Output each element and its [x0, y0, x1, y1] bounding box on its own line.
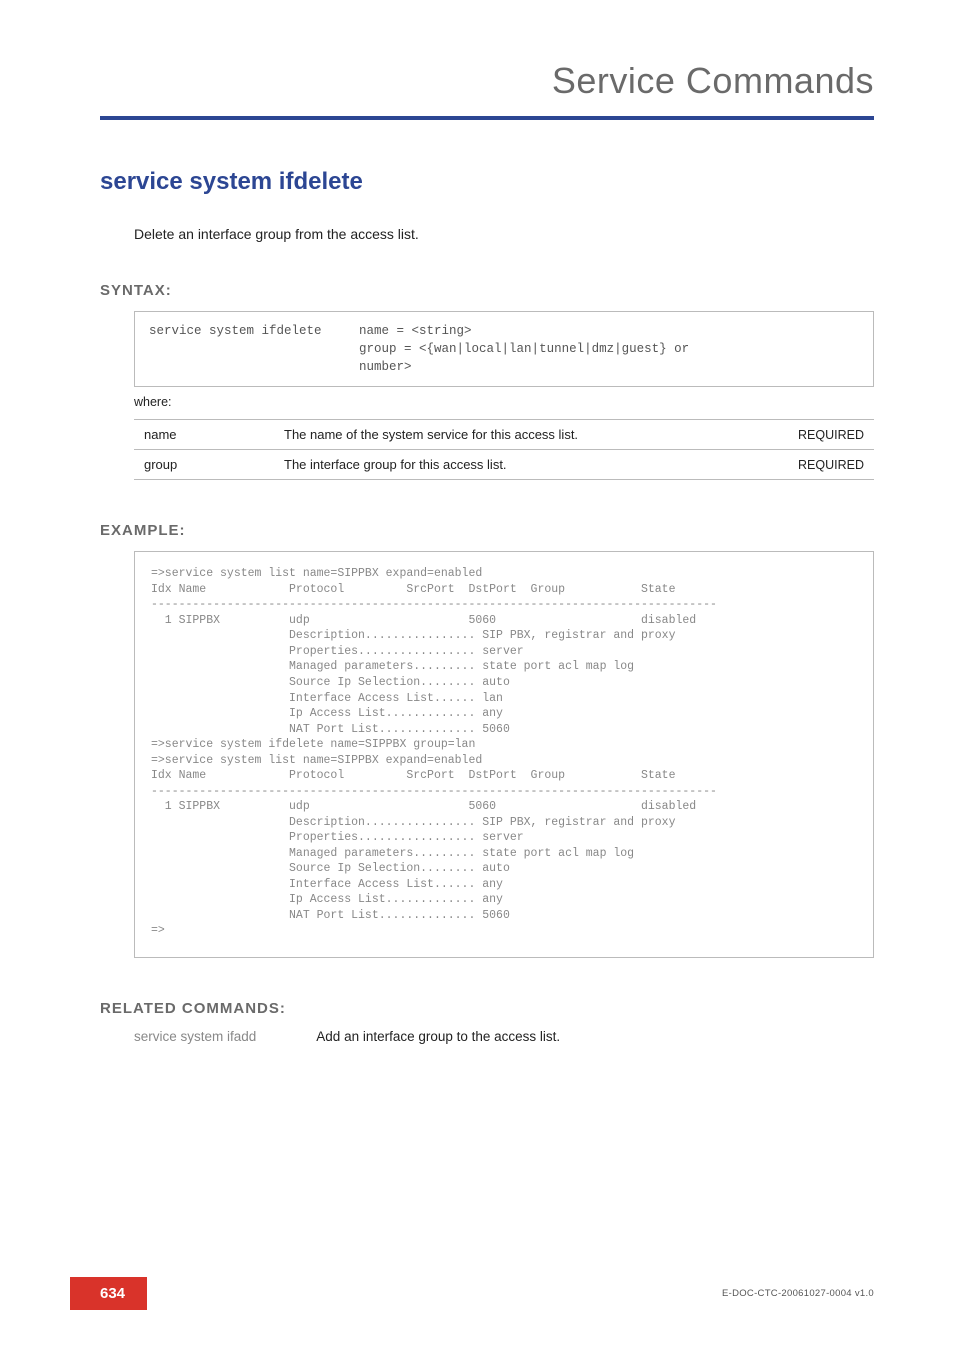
table-row: group The interface group for this acces… [134, 450, 874, 480]
page-number-badge: 634 [70, 1277, 147, 1310]
example-box: =>service system list name=SIPPBX expand… [134, 551, 874, 957]
related-description: Add an interface group to the access lis… [316, 1029, 560, 1044]
param-name: name [134, 420, 274, 450]
example-label: EXAMPLE: [100, 522, 874, 539]
syntax-box: service system ifdelete name = <string> … [134, 311, 874, 387]
command-description: Delete an interface group from the acces… [134, 226, 874, 242]
related-row: service system ifadd Add an interface gr… [134, 1029, 874, 1044]
chapter-rule [100, 116, 874, 120]
syntax-where: where: [134, 395, 874, 409]
param-table: name The name of the system service for … [134, 419, 874, 480]
page-footer: 634 E-DOC-CTC-20061027-0004 v1.0 [100, 1277, 874, 1310]
related-command: service system ifadd [134, 1029, 256, 1044]
param-name: group [134, 450, 274, 480]
command-title: service system ifdelete [100, 168, 874, 196]
syntax-label: SYNTAX: [100, 282, 874, 299]
chapter-title: Service Commands [100, 60, 874, 102]
param-desc: The interface group for this access list… [274, 450, 764, 480]
param-desc: The name of the system service for this … [274, 420, 764, 450]
param-required: REQUIRED [764, 450, 874, 480]
table-row: name The name of the system service for … [134, 420, 874, 450]
param-required: REQUIRED [764, 420, 874, 450]
related-label: RELATED COMMANDS: [100, 1000, 874, 1017]
document-id: E-DOC-CTC-20061027-0004 v1.0 [722, 1288, 874, 1299]
